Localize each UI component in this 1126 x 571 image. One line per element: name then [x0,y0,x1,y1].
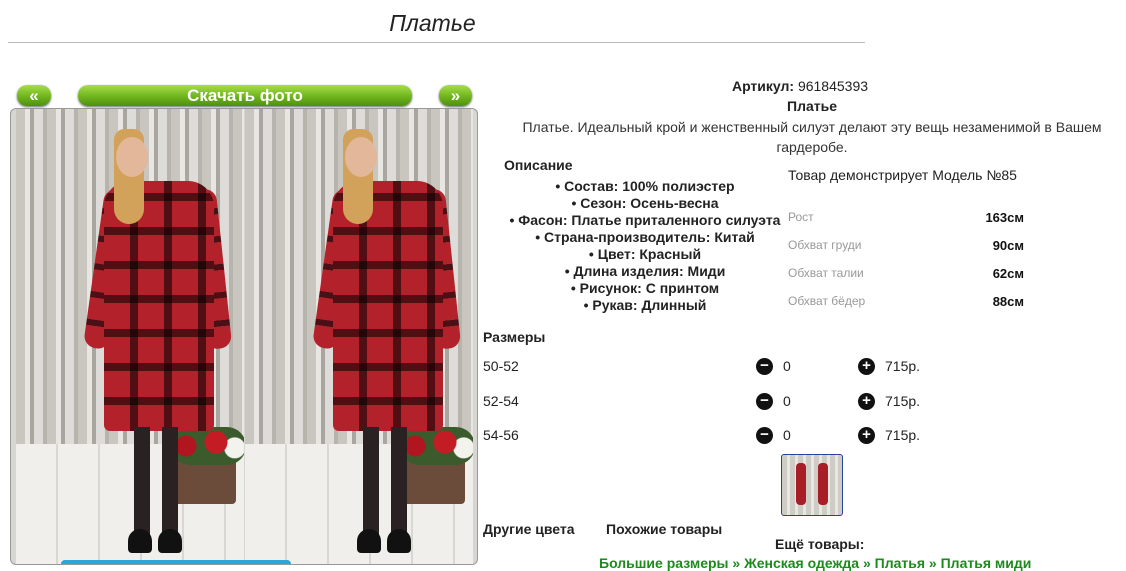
other-colors-heading: Другие цвета [483,521,575,537]
similar-products-heading: Похожие товары [606,521,723,537]
size-price: 715р. [885,393,921,409]
size-label: 52-54 [483,393,519,409]
measurement-value: 62см [992,266,1024,281]
plus-circle-icon[interactable]: + [858,393,875,410]
measurement-label: Рост [788,210,814,224]
measurement-value: 90см [992,238,1024,253]
category-link[interactable]: Платья [875,555,925,571]
article-value: 961845393 [797,78,869,94]
plus-circle-icon[interactable]: + [858,358,875,375]
size-row: 50-52 − 0 + 715р. [483,358,943,378]
product-name: Платье [787,98,837,114]
photo-thumbnail[interactable] [781,454,843,516]
category-link[interactable]: Женская одежда [744,555,859,571]
size-quantity: 0 [783,427,791,443]
measurement-row: Обхват бёдер 88см [788,294,1024,314]
prev-photo-button[interactable]: « [17,85,51,106]
download-photo-button[interactable]: Скачать фото [78,85,412,106]
article-label: Артикул: [731,78,795,94]
plus-circle-icon[interactable]: + [858,427,875,444]
specs-heading: Описание [504,157,573,173]
spec-item: • Длина изделия: Миди [564,263,726,279]
title-divider [8,42,865,43]
category-link[interactable]: Большие размеры [599,555,729,571]
size-price: 715р. [885,358,921,374]
sizes-heading: Размеры [483,329,546,345]
measurement-value: 88см [992,294,1024,309]
measurement-row: Обхват груди 90см [788,238,1024,258]
minus-circle-icon[interactable]: − [756,427,773,444]
spec-item: • Фасон: Платье приталенного силуэта [509,212,781,228]
measurement-row: Рост 163см [788,210,1024,230]
product-photo[interactable] [10,108,478,565]
article-number: Артикул: 961845393 [480,78,1120,94]
size-quantity: 0 [783,393,791,409]
measurement-label: Обхват груди [788,238,862,252]
measurement-label: Обхват бёдер [788,294,866,308]
size-row: 52-54 − 0 + 715р. [483,393,943,413]
measurement-row: Обхват талии 62см [788,266,1024,286]
measurement-label: Обхват талии [788,266,864,280]
page-title: Платье [389,10,476,36]
photo-view-left [16,109,244,564]
spec-item: • Рисунок: С принтом [570,280,720,296]
category-breadcrumb: Большие размеры » Женская одежда » Плать… [599,555,1031,571]
category-link[interactable]: Платья миди [941,555,1032,571]
more-products-heading: Ещё товары: [775,536,865,552]
spec-item: • Рукав: Длинный [583,297,707,313]
minus-circle-icon[interactable]: − [756,393,773,410]
spec-item: • Страна-производитель: Китай [535,229,755,245]
breadcrumb-separator: » [862,555,871,571]
size-row: 54-56 − 0 + 715р. [483,427,943,447]
size-price: 715р. [885,427,921,443]
product-description: Платье. Идеальный крой и женственный сил… [522,119,1102,155]
spec-item: • Цвет: Красный [588,246,702,262]
specs-list: • Состав: 100% полиэстер • Сезон: Осень-… [480,178,810,314]
model-title: Товар демонстрирует Модель №85 [788,167,1017,183]
measurement-value: 163см [985,210,1024,225]
size-quantity: 0 [783,358,791,374]
next-photo-button[interactable]: » [439,85,472,106]
minus-circle-icon[interactable]: − [756,358,773,375]
size-label: 50-52 [483,358,519,374]
spec-item: • Сезон: Осень-весна [571,195,719,211]
size-label: 54-56 [483,427,519,443]
breadcrumb-separator: » [928,555,937,571]
spec-item: • Состав: 100% полиэстер [555,178,735,194]
photo-view-right [245,109,473,564]
breadcrumb-separator: » [732,555,741,571]
